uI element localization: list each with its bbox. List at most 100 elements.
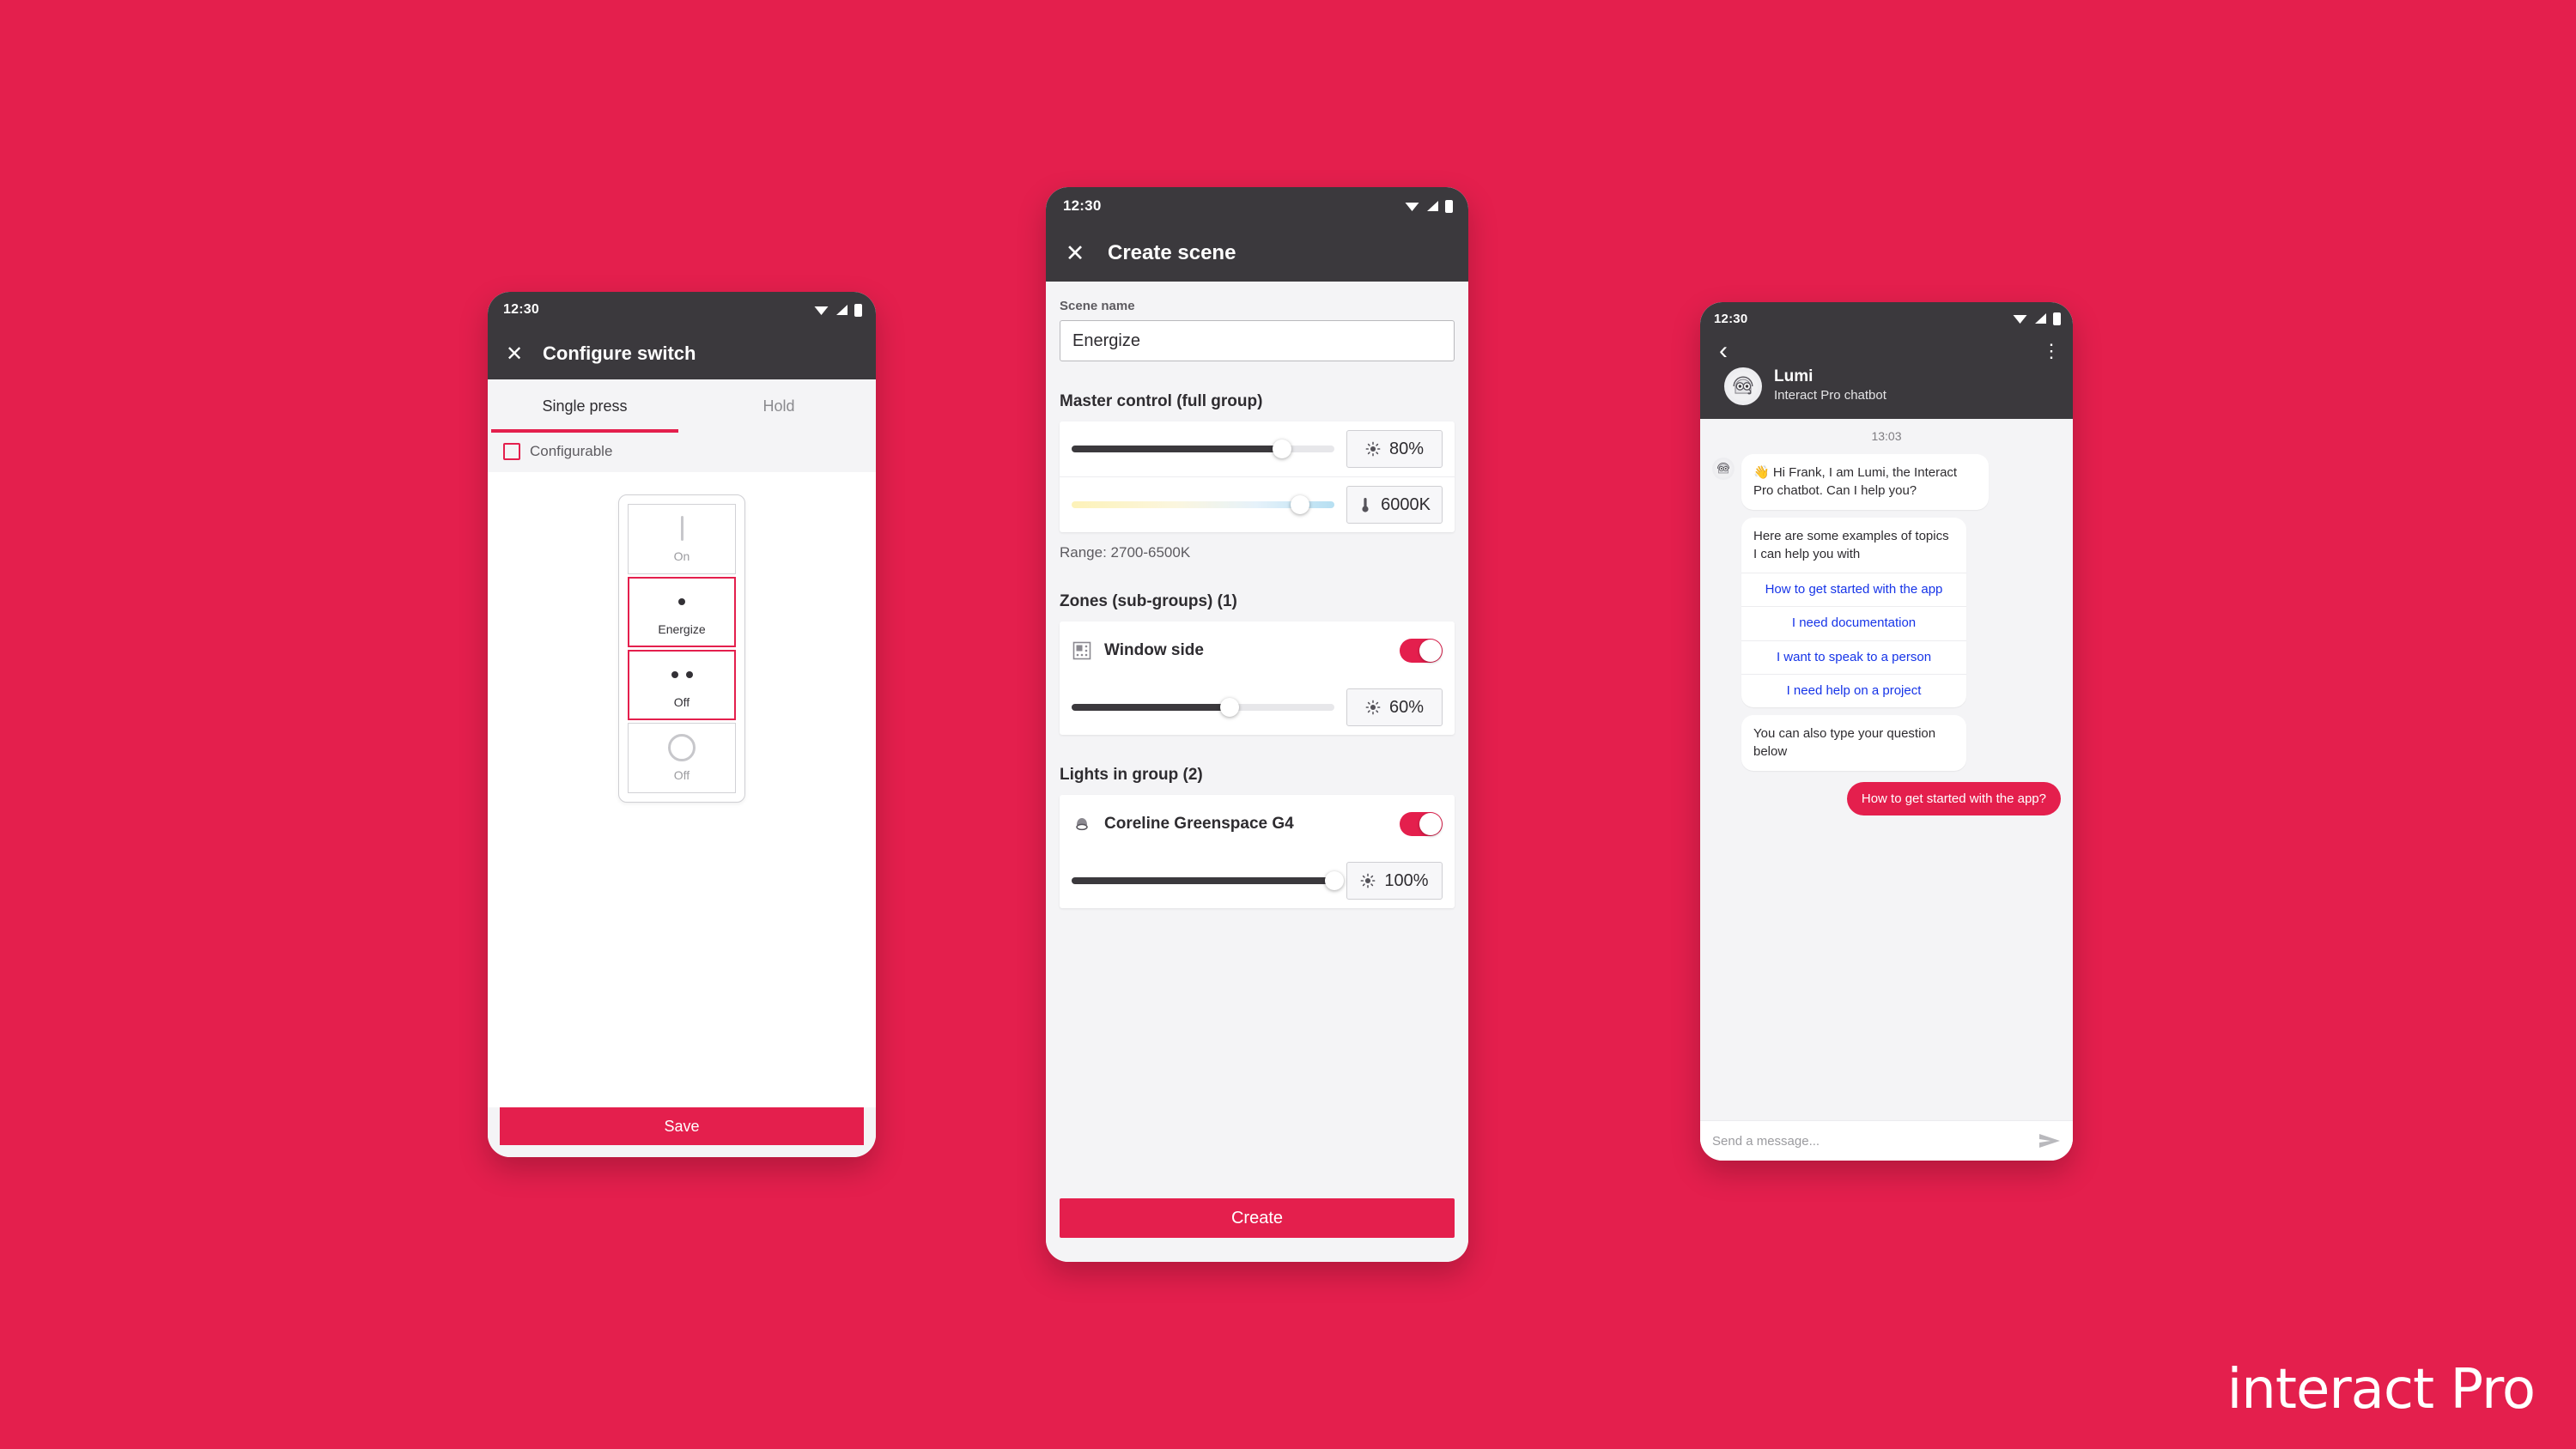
two-dots-icon bbox=[671, 662, 693, 688]
close-icon[interactable]: ✕ bbox=[501, 341, 527, 367]
close-icon[interactable]: ✕ bbox=[1061, 239, 1089, 267]
app-bar: ✕ Create scene bbox=[1046, 225, 1468, 282]
scene-form-content: Scene name Energize Master control (full… bbox=[1046, 299, 1468, 908]
master-brightness-row: 80% bbox=[1060, 421, 1455, 476]
status-icons bbox=[814, 303, 862, 317]
master-control-card: 80% 6000K bbox=[1060, 421, 1455, 532]
switch-key-energize[interactable]: Energize bbox=[628, 577, 736, 647]
avatar bbox=[1724, 367, 1762, 405]
bot-name: Lumi bbox=[1774, 367, 1814, 386]
zone-card: Window side 60% bbox=[1060, 621, 1455, 735]
page-title: Create scene bbox=[1108, 241, 1236, 264]
bar-icon bbox=[680, 516, 683, 542]
master-control-title: Master control (full group) bbox=[1060, 392, 1263, 410]
zone-row[interactable]: Window side bbox=[1060, 621, 1455, 680]
master-cct-slider[interactable] bbox=[1072, 495, 1334, 514]
status-icons bbox=[1405, 199, 1453, 213]
light-brightness-value[interactable]: 100% bbox=[1346, 862, 1443, 900]
switch-key-off-two-dots[interactable]: Off bbox=[628, 650, 736, 720]
signal-icon bbox=[2035, 313, 2046, 324]
brand-wordmark: interact Pro bbox=[2227, 1358, 2536, 1422]
chat-timestamp: 13:03 bbox=[1871, 429, 1902, 443]
status-time: 12:30 bbox=[503, 302, 539, 317]
create-button[interactable]: Create bbox=[1060, 1198, 1455, 1238]
configurable-row[interactable]: Configurable bbox=[488, 433, 876, 472]
zone-toggle[interactable] bbox=[1400, 639, 1443, 663]
message-input[interactable]: Send a message... bbox=[1712, 1134, 2030, 1149]
topic-option-documentation[interactable]: I need documentation bbox=[1741, 606, 1966, 640]
light-toggle[interactable] bbox=[1400, 812, 1443, 836]
zone-brightness-value[interactable]: 60% bbox=[1346, 688, 1443, 726]
topic-options-card: Here are some examples of topics I can h… bbox=[1741, 517, 1966, 708]
wifi-icon bbox=[1405, 203, 1419, 211]
zone-brightness-slider[interactable] bbox=[1072, 698, 1334, 717]
zone-brightness-row: 60% bbox=[1060, 680, 1455, 735]
master-brightness-value[interactable]: 80% bbox=[1346, 430, 1443, 468]
light-row[interactable]: Coreline Greenspace G4 bbox=[1060, 795, 1455, 853]
poster-stage: 12:30 ✕ Configure switch Single press Ho… bbox=[0, 0, 2576, 1449]
configurable-checkbox[interactable] bbox=[503, 443, 520, 460]
signal-icon bbox=[1427, 201, 1438, 211]
downlight-icon bbox=[1076, 818, 1088, 831]
brightness-icon bbox=[1365, 441, 1381, 457]
lights-card: Coreline Greenspace G4 100% bbox=[1060, 795, 1455, 908]
zones-title: Zones (sub-groups) (1) bbox=[1060, 592, 1237, 610]
master-brightness-slider[interactable] bbox=[1072, 440, 1334, 458]
master-cct-row: 6000K bbox=[1060, 476, 1455, 532]
bot-message: 👋 Hi Frank, I am Lumi, the Interact Pro … bbox=[1712, 454, 2061, 510]
circle-icon bbox=[668, 733, 696, 761]
robot-avatar-icon bbox=[1714, 459, 1733, 478]
phone-chatbot: 12:30 ‹ ⋮ Lumi Interact Pro chatbot 13:0… bbox=[1700, 302, 2073, 1161]
back-icon[interactable]: ‹ bbox=[1712, 338, 1735, 364]
switch-key-caption: Off bbox=[673, 694, 690, 709]
screen-configure-switch: 12:30 ✕ Configure switch Single press Ho… bbox=[488, 292, 876, 1157]
scene-name-label: Scene name bbox=[1060, 299, 1135, 313]
scene-name-input[interactable]: Energize bbox=[1060, 320, 1455, 361]
light-brightness-slider[interactable] bbox=[1072, 871, 1344, 890]
zone-name: Window side bbox=[1104, 641, 1204, 659]
light-brightness-row: 100% bbox=[1060, 853, 1455, 908]
brightness-icon bbox=[1361, 873, 1376, 888]
brightness-icon bbox=[1365, 700, 1381, 715]
status-bar: 12:30 bbox=[1046, 187, 1468, 225]
zone-brightness-text: 60% bbox=[1388, 697, 1425, 717]
switch-key-caption: On bbox=[673, 549, 690, 563]
zone-icon bbox=[1072, 641, 1091, 660]
switch-key-caption: Energize bbox=[658, 621, 706, 636]
battery-icon bbox=[2053, 312, 2061, 325]
lights-title: Lights in group (2) bbox=[1060, 766, 1203, 784]
wifi-icon bbox=[2013, 315, 2027, 324]
master-cct-value[interactable]: 6000K bbox=[1346, 486, 1443, 524]
overflow-menu-icon[interactable]: ⋮ bbox=[2042, 340, 2061, 362]
topic-option-project-help[interactable]: I need help on a project bbox=[1741, 673, 1966, 707]
type-hint-bubble: You can also type your question below bbox=[1741, 715, 1966, 771]
topic-option-get-started[interactable]: How to get started with the app bbox=[1741, 573, 1966, 606]
bot-subtitle: Interact Pro chatbot bbox=[1774, 388, 1886, 403]
battery-icon bbox=[1445, 199, 1453, 213]
status-time: 12:30 bbox=[1714, 311, 1748, 326]
screen-chatbot: 12:30 ‹ ⋮ Lumi Interact Pro chatbot 13:0… bbox=[1700, 302, 2073, 1161]
save-button[interactable]: Save bbox=[500, 1107, 864, 1145]
battery-icon bbox=[854, 303, 862, 317]
bot-greeting-bubble: 👋 Hi Frank, I am Lumi, the Interact Pro … bbox=[1741, 454, 1989, 510]
topics-intro: Here are some examples of topics I can h… bbox=[1753, 528, 1949, 561]
signal-icon bbox=[836, 305, 848, 315]
switch-key-on[interactable]: On bbox=[628, 504, 736, 574]
tab-hold[interactable]: Hold bbox=[682, 379, 876, 433]
screen-create-scene: 12:30 ✕ Create scene Scene name Energize… bbox=[1046, 187, 1468, 1262]
tab-single-press[interactable]: Single press bbox=[488, 379, 682, 433]
phone-configure-switch: 12:30 ✕ Configure switch Single press Ho… bbox=[488, 292, 876, 1157]
switch-plate: On Energize Off Off bbox=[618, 494, 745, 803]
app-bar: ✕ Configure switch bbox=[488, 328, 876, 379]
status-bar: 12:30 bbox=[488, 292, 876, 328]
cct-range-note: Range: 2700-6500K bbox=[1060, 544, 1191, 561]
switch-key-off-circle[interactable]: Off bbox=[628, 723, 736, 793]
switch-preview-panel: On Energize Off Off bbox=[488, 472, 876, 1107]
topic-option-speak-to-person[interactable]: I want to speak to a person bbox=[1741, 640, 1966, 674]
robot-avatar-icon bbox=[1728, 371, 1759, 402]
light-name: Coreline Greenspace G4 bbox=[1104, 815, 1294, 833]
page-title: Configure switch bbox=[543, 343, 696, 364]
send-icon[interactable] bbox=[2038, 1133, 2061, 1149]
temperature-icon bbox=[1362, 498, 1369, 512]
user-message-bubble: How to get started with the app? bbox=[1846, 781, 2061, 815]
